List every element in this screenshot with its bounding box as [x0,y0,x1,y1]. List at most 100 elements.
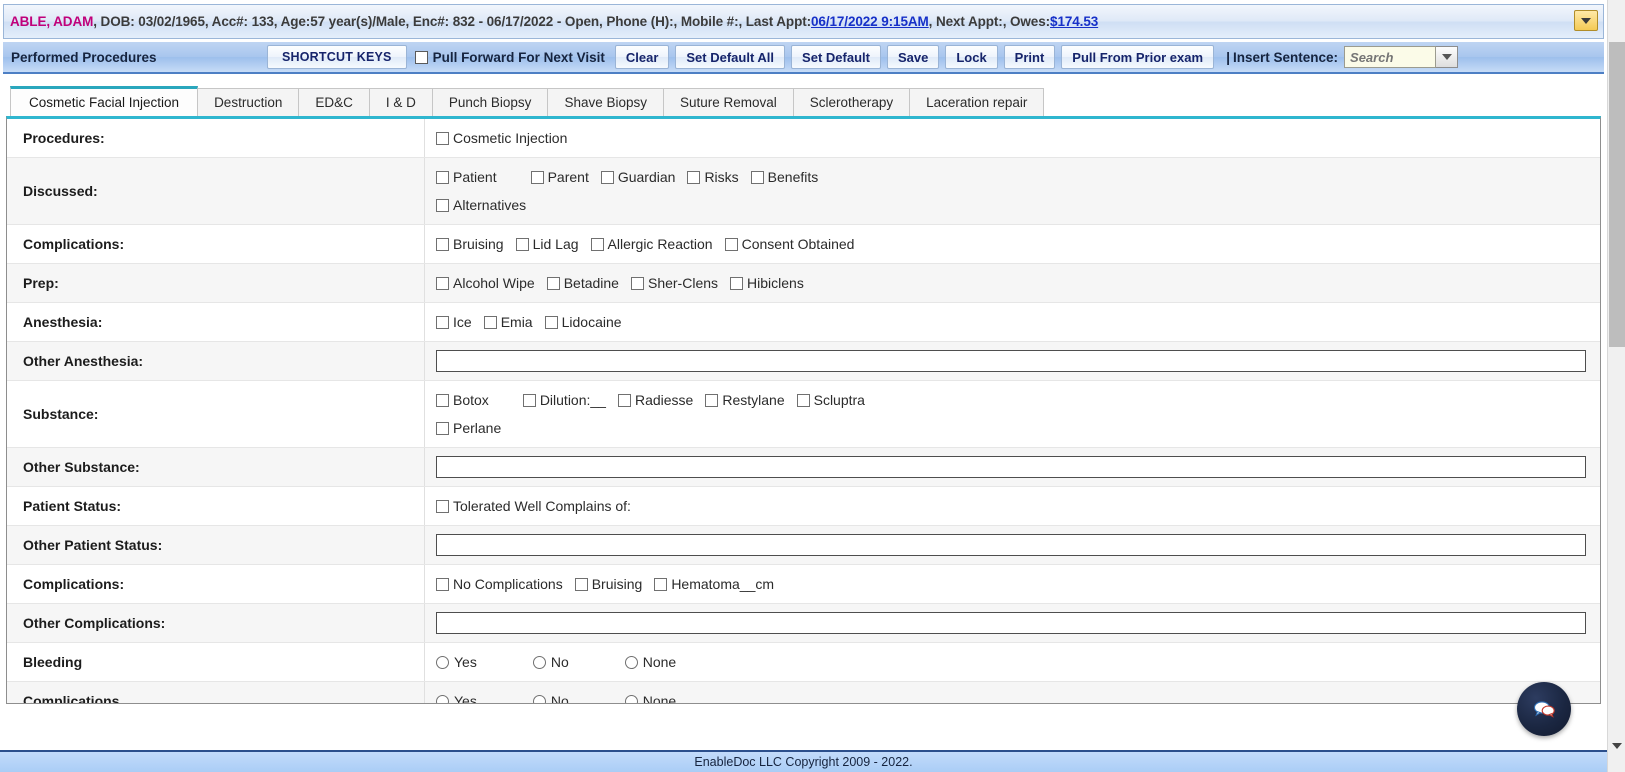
checkbox-icon[interactable] [483,315,497,329]
checkbox-option-emia[interactable]: Emia [483,311,533,333]
checkbox-option-patient[interactable]: Patient [436,166,497,188]
owes-amount-link[interactable]: $174.53 [1050,14,1098,29]
checkbox-option-botox[interactable]: Botox [436,389,489,411]
checkbox-icon[interactable] [705,393,719,407]
tab-sclerotherapy[interactable]: Sclerotherapy [792,88,911,116]
tab-cosmetic-facial-injection[interactable]: Cosmetic Facial Injection [10,86,199,116]
radio-icon[interactable] [624,694,638,703]
checkbox-option-guardian[interactable]: Guardian [600,166,675,188]
insert-sentence-search-input[interactable] [1344,46,1437,68]
checkbox-icon[interactable] [590,237,604,251]
checkbox-option-restylane[interactable]: Restylane [705,389,785,411]
input-other-complications[interactable] [436,612,1586,634]
checkbox-option-cosmetic-injection[interactable]: Cosmetic Injection [436,127,567,149]
checkbox-option-allergic-reaction[interactable]: Allergic Reaction [590,233,713,255]
last-appointment-link[interactable]: 06/17/2022 9:15AM [811,14,929,29]
checkbox-icon[interactable] [436,131,449,145]
checkbox-icon[interactable] [436,499,449,513]
insert-sentence-dropdown-icon[interactable] [1436,46,1459,68]
checkbox-icon[interactable] [546,276,560,290]
patient-header-dropdown-icon[interactable] [1574,10,1598,31]
save-button[interactable]: Save [886,45,940,69]
checkbox-icon[interactable] [750,170,764,184]
radio-option-no[interactable]: No [532,690,569,703]
pull-from-prior-exam-button[interactable]: Pull From Prior exam [1061,45,1215,69]
set-default-button[interactable]: Set Default [791,45,881,69]
radio-icon[interactable] [532,694,546,703]
tab-laceration-repair[interactable]: Laceration repair [909,88,1045,116]
input-other-patient-status[interactable] [436,534,1586,556]
checkbox-option-parent[interactable]: Parent [530,166,589,188]
checkbox-option-perlane[interactable]: Perlane [436,417,501,439]
tab-shave-biopsy[interactable]: Shave Biopsy [547,88,664,116]
radio-option-yes[interactable]: Yes [436,651,477,673]
checkbox-icon[interactable] [687,170,701,184]
input-other-anesthesia[interactable] [436,350,1586,372]
checkbox-option-bruising[interactable]: Bruising [574,573,642,595]
radio-option-none[interactable]: None [624,690,676,703]
checkbox-icon[interactable] [617,393,631,407]
checkbox-icon[interactable] [654,577,668,591]
checkbox-icon[interactable] [730,276,744,290]
chat-bubble-button[interactable] [1517,682,1571,736]
pull-forward-checkbox[interactable] [414,50,428,64]
shortcut-keys-button[interactable]: SHORTCUT KEYS [267,45,407,69]
checkbox-option-tolerated-well-complains-of[interactable]: Tolerated Well Complains of: [436,495,631,517]
checkbox-option-lidocaine[interactable]: Lidocaine [544,311,622,333]
radio-option-none[interactable]: None [624,651,676,673]
checkbox-icon[interactable] [436,276,449,290]
checkbox-option-dilution[interactable]: Dilution:__ [522,389,606,411]
checkbox-icon[interactable] [436,170,449,184]
checkbox-option-lid-lag[interactable]: Lid Lag [515,233,579,255]
checkbox-icon[interactable] [530,170,544,184]
checkbox-option-alcohol-wipe[interactable]: Alcohol Wipe [436,272,535,294]
input-other-substance[interactable] [436,456,1586,478]
checkbox-option-no-complications[interactable]: No Complications [436,573,563,595]
checkbox-icon[interactable] [436,198,449,212]
radio-icon[interactable] [436,694,449,703]
checkbox-icon[interactable] [515,237,529,251]
radio-icon[interactable] [624,655,638,669]
checkbox-icon[interactable] [796,393,810,407]
checkbox-icon[interactable] [436,421,449,435]
checkbox-option-bruising[interactable]: Bruising [436,233,504,255]
checkbox-option-consent-obtained[interactable]: Consent Obtained [724,233,854,255]
checkbox-option-alternatives[interactable]: Alternatives [436,194,526,216]
page-scrollbar[interactable] [1607,0,1625,772]
checkbox-icon[interactable] [630,276,644,290]
checkbox-icon[interactable] [436,393,449,407]
checkbox-option-hibiclens[interactable]: Hibiclens [730,272,804,294]
checkbox-icon[interactable] [436,315,449,329]
tab-ed-c[interactable]: ED&C [298,88,370,116]
checkbox-option-ice[interactable]: Ice [436,311,472,333]
lock-button[interactable]: Lock [945,45,998,69]
checkbox-option-sher-clens[interactable]: Sher-Clens [630,272,718,294]
tab-punch-biopsy[interactable]: Punch Biopsy [431,88,549,116]
checkbox-option-betadine[interactable]: Betadine [546,272,619,294]
tab-i-d[interactable]: I & D [368,88,433,116]
checkbox-option-scluptra[interactable]: Scluptra [796,389,865,411]
checkbox-icon[interactable] [522,393,536,407]
radio-icon[interactable] [532,655,546,669]
page-scrollbar-thumb[interactable] [1609,42,1625,347]
scroll-down-arrow-icon[interactable] [1608,737,1625,754]
checkbox-option-hematoma-cm[interactable]: Hematoma__cm [654,573,774,595]
checkbox-option-risks[interactable]: Risks [687,166,739,188]
checkbox-icon[interactable] [544,315,558,329]
checkbox-icon[interactable] [574,577,588,591]
pull-forward-checkbox-group[interactable]: Pull Forward For Next Visit [414,50,605,65]
checkbox-icon[interactable] [600,170,614,184]
checkbox-icon[interactable] [436,237,449,251]
checkbox-icon[interactable] [436,577,449,591]
tab-suture-removal[interactable]: Suture Removal [663,88,794,116]
checkbox-option-benefits[interactable]: Benefits [750,166,818,188]
tab-destruction[interactable]: Destruction [197,88,300,116]
checkbox-option-radiesse[interactable]: Radiesse [617,389,693,411]
radio-icon[interactable] [436,655,449,669]
clear-button[interactable]: Clear [614,45,670,69]
checkbox-icon[interactable] [724,237,738,251]
radio-option-no[interactable]: No [532,651,569,673]
set-default-all-button[interactable]: Set Default All [675,45,786,69]
print-button[interactable]: Print [1003,45,1056,69]
radio-option-yes[interactable]: Yes [436,690,477,703]
